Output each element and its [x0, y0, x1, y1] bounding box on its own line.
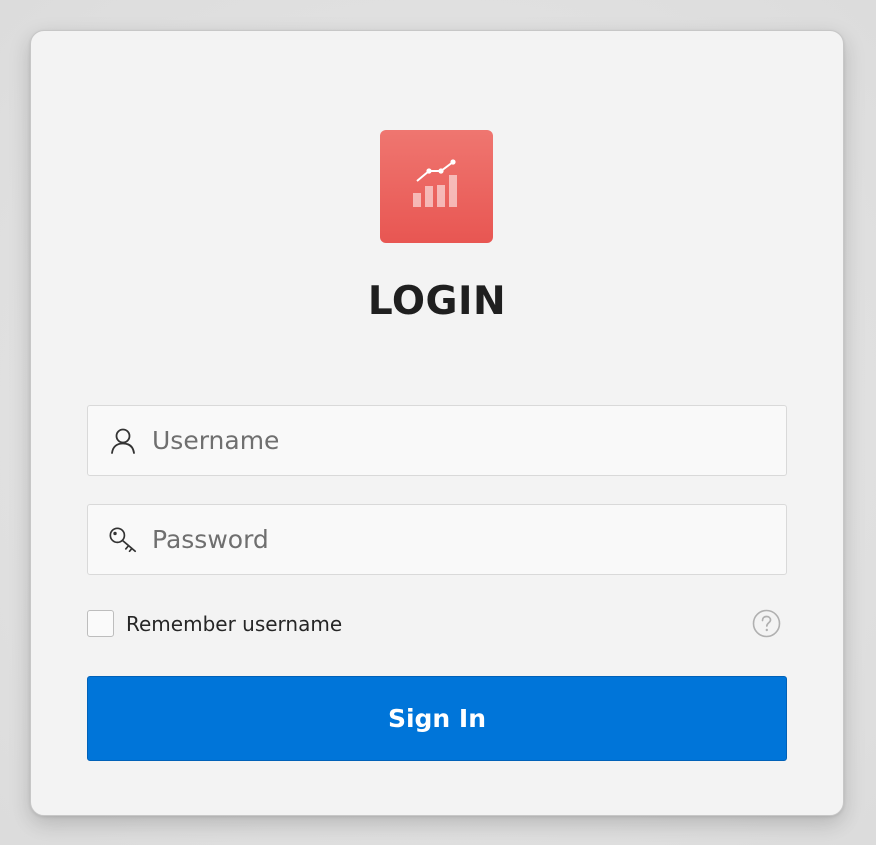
user-icon [108, 426, 138, 456]
app-logo [380, 130, 493, 243]
help-circle-icon[interactable] [752, 609, 781, 638]
username-input[interactable] [152, 406, 786, 475]
remember-checkbox[interactable] [87, 610, 114, 637]
password-input[interactable] [152, 505, 786, 574]
page-title: LOGIN [367, 279, 507, 324]
sign-in-button[interactable]: Sign In [87, 676, 787, 761]
remember-label[interactable]: Remember username [126, 612, 342, 636]
login-card: LOGIN Remember username [30, 30, 844, 816]
password-field[interactable] [87, 504, 787, 575]
remember-row: Remember username [87, 609, 787, 639]
key-icon [108, 525, 138, 555]
chart-growth-icon [412, 158, 457, 207]
login-page: LOGIN Remember username [0, 0, 876, 845]
username-field[interactable] [87, 405, 787, 476]
